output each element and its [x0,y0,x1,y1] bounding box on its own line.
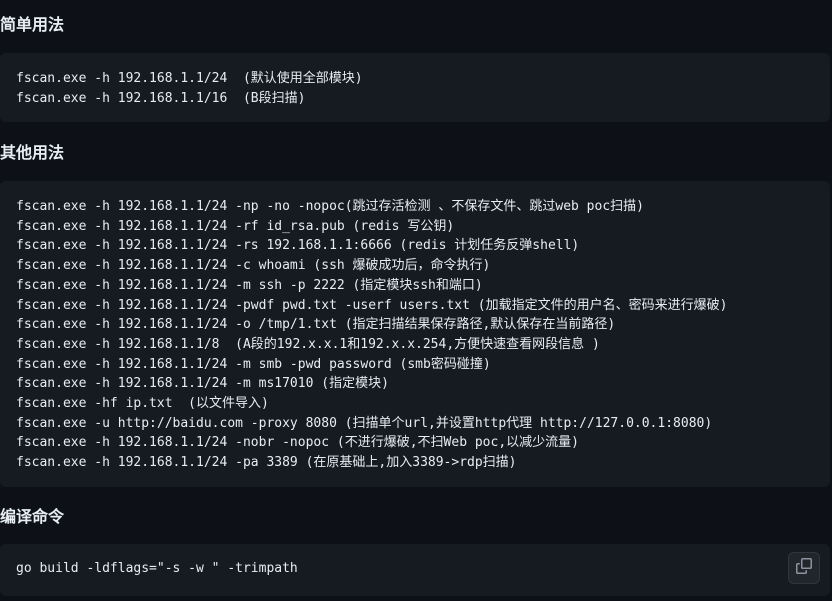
code-line: fscan.exe -h 192.168.1.1/24 -o /tmp/1.tx… [16,317,616,333]
code-line: fscan.exe -hf ip.txt (以文件导入) [16,396,269,412]
code-line: fscan.exe -h 192.168.1.1/24 -m ms17010 (… [16,376,389,392]
code-line: fscan.exe -h 192.168.1.1/16 (B段扫描) [16,90,306,106]
code-line: fscan.exe -h 192.168.1.1/24 -rs 192.168.… [16,238,580,254]
code-line: fscan.exe -h 192.168.1.1/8 (A段的192.x.x.1… [16,336,600,352]
code-block-basic-usage[interactable]: fscan.exe -h 192.168.1.1/24 (默认使用全部模块) f… [0,53,830,122]
code-line: fscan.exe -h 192.168.1.1/24 -np -no -nop… [16,199,644,214]
code-block-other-usage[interactable]: fscan.exe -h 192.168.1.1/24 -np -no -nop… [0,181,830,487]
code-line: fscan.exe -h 192.168.1.1/24 -pa 3389 (在原… [16,455,517,471]
code-line: fscan.exe -h 192.168.1.1/24 -m ssh -p 22… [16,277,483,293]
heading-build-command: 编译命令 [0,507,65,526]
code-line: fscan.exe -h 192.168.1.1/24 -c whoami (s… [16,258,491,274]
copy-icon [796,558,812,578]
code-line: fscan.exe -u http://baidu.com -proxy 808… [16,415,713,431]
code-block-build-command[interactable]: go build -ldflags="-s -w " -trimpath [0,544,830,596]
code-line: fscan.exe -h 192.168.1.1/24 (默认使用全部模块) [16,71,363,86]
code-line: go build -ldflags="-s -w " -trimpath [16,561,298,576]
heading-other-usage: 其他用法 [0,143,65,162]
heading-basic-usage: 简单用法 [0,15,65,34]
code-line: fscan.exe -h 192.168.1.1/24 -m smb -pwd … [16,356,491,372]
code-line: fscan.exe -h 192.168.1.1/24 -rf id_rsa.p… [16,218,455,234]
code-line: fscan.exe -h 192.168.1.1/24 -nobr -nopoc… [16,435,579,451]
code-line: fscan.exe -h 192.168.1.1/24 -pwdf pwd.tx… [16,297,728,313]
copy-button[interactable] [788,552,820,584]
